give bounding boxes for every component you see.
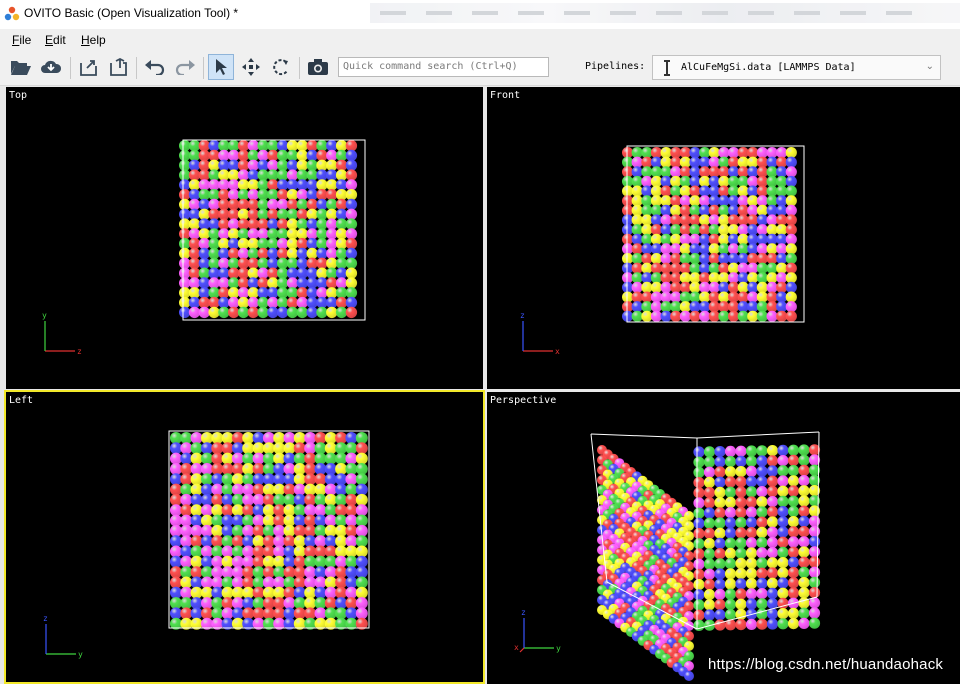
svg-text:z: z <box>77 347 82 356</box>
window-title: OVITO Basic (Open Visualization Tool) * <box>24 6 239 20</box>
atoms-render: zy <box>42 139 366 356</box>
atom-cluster <box>622 147 797 322</box>
toolbar-separator <box>203 57 204 79</box>
menu-bar: File Edit Help <box>0 29 960 51</box>
title-bar: OVITO Basic (Open Visualization Tool) * <box>0 0 960 29</box>
pipelines-label: Pipelines: <box>585 61 646 72</box>
atoms-render: xz <box>520 145 805 356</box>
rotate-mode-icon[interactable] <box>268 54 294 80</box>
toolbar-separator <box>299 57 300 79</box>
undo-icon[interactable] <box>142 54 168 80</box>
pipeline-selector[interactable]: AlCuFeMgSi.data [LAMMPS Data] ⌄ <box>652 55 941 80</box>
background-window-strip <box>370 3 960 23</box>
quick-command-search-input[interactable]: Quick command search (Ctrl+Q) <box>338 57 549 77</box>
axis-tripod-icon: zy <box>42 311 82 356</box>
svg-text:y: y <box>78 650 83 659</box>
watermark: https://blog.csdn.net/huandaohack <box>708 656 944 673</box>
ovito-logo-icon <box>4 6 20 21</box>
atom-cluster <box>597 444 821 681</box>
viewport-left[interactable]: yz Left <box>4 390 485 684</box>
atoms-render: yz <box>43 430 370 659</box>
svg-text:x: x <box>514 643 519 652</box>
load-remote-icon[interactable] <box>38 54 64 80</box>
export-file-icon[interactable] <box>76 54 102 80</box>
chevron-down-icon: ⌄ <box>925 61 934 72</box>
render-camera-icon[interactable] <box>305 54 331 80</box>
toolbar: Quick command search (Ctrl+Q) Pipelines:… <box>0 51 960 86</box>
svg-text:y: y <box>42 311 47 320</box>
viewport-perspective[interactable]: y z x Perspective <box>487 392 960 684</box>
axis-tripod-icon: y z x <box>514 608 561 653</box>
toolbar-separator <box>136 57 137 79</box>
toolbar-separator <box>70 57 71 79</box>
viewport-caption[interactable]: Perspective <box>490 395 556 406</box>
axis-tripod-icon: yz <box>43 614 83 659</box>
menu-edit[interactable]: Edit <box>45 33 66 47</box>
viewport-caption[interactable]: Left <box>9 395 33 406</box>
pipeline-selected-value: AlCuFeMgSi.data [LAMMPS Data] <box>681 62 856 73</box>
atom-cluster <box>179 140 358 319</box>
axis-tripod-icon: xz <box>520 311 560 356</box>
move-mode-icon[interactable] <box>238 54 264 80</box>
viewport-caption[interactable]: Front <box>490 90 520 101</box>
svg-text:y: y <box>556 644 561 653</box>
menu-help[interactable]: Help <box>81 33 106 47</box>
svg-text:x: x <box>555 347 560 356</box>
viewport-front[interactable]: xz Front <box>487 87 960 389</box>
open-file-icon[interactable] <box>8 54 34 80</box>
svg-text:z: z <box>520 311 525 320</box>
svg-text:z: z <box>521 608 526 617</box>
svg-text:z: z <box>43 614 48 623</box>
atom-cluster <box>170 432 368 630</box>
viewport-caption[interactable]: Top <box>9 90 27 101</box>
redo-icon[interactable] <box>172 54 198 80</box>
pipeline-icon <box>664 60 670 76</box>
viewport-top[interactable]: zy Top <box>6 87 483 389</box>
viewport-area: zy Top xz Front yz Left yzx Perspective <box>0 86 960 684</box>
select-mode-icon[interactable] <box>208 54 234 80</box>
atoms-render: y z x <box>514 431 821 681</box>
menu-file[interactable]: File <box>12 33 31 47</box>
export-image-icon[interactable] <box>106 54 132 80</box>
